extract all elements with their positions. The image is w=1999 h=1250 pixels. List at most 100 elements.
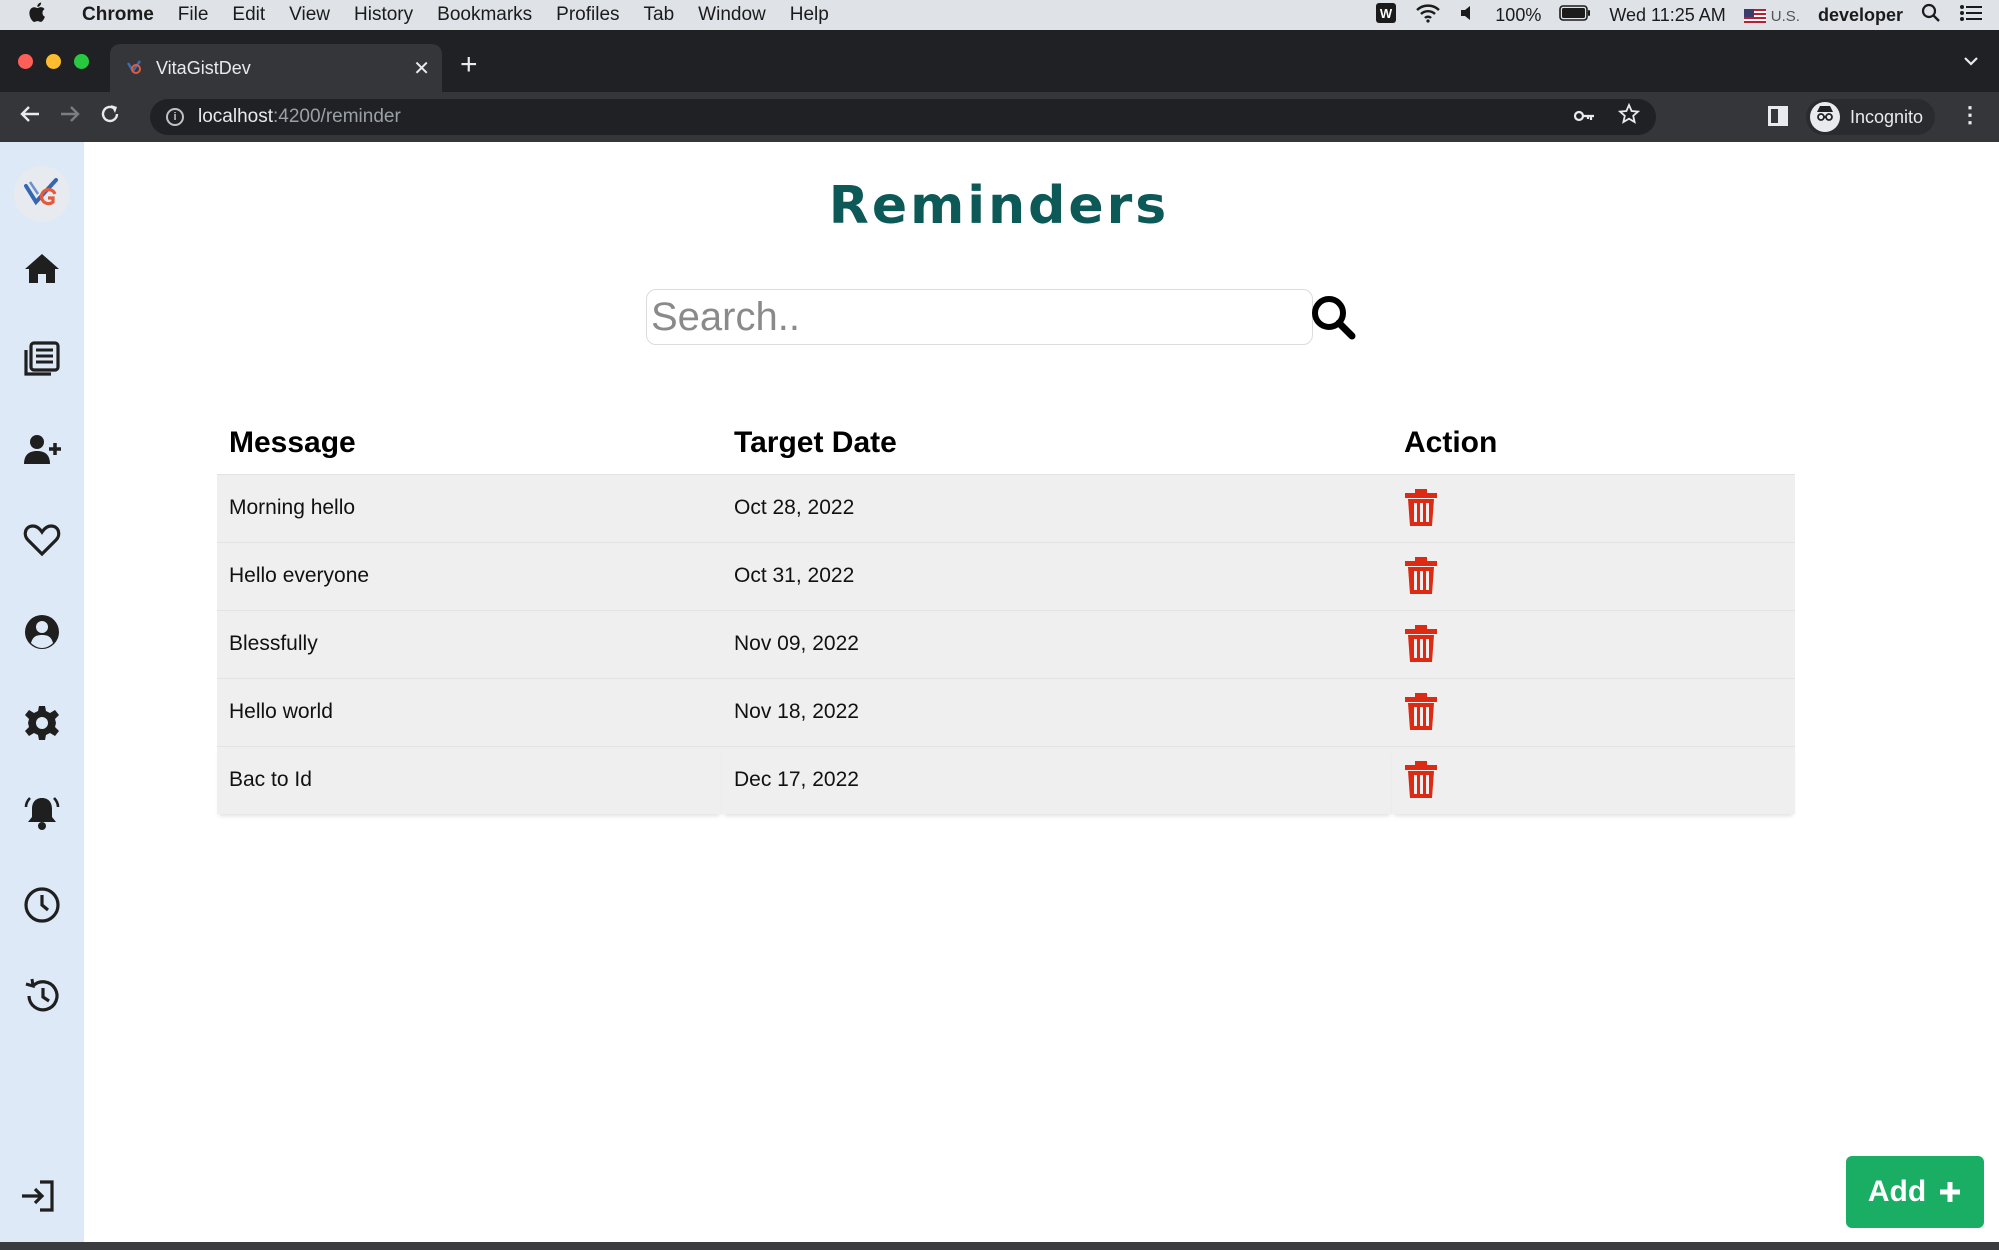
sidebar-item-profile[interactable] (20, 610, 64, 654)
news-icon (24, 341, 60, 376)
url-path: :4200/reminder (273, 106, 401, 127)
browser-menu-kebab-icon[interactable]: ⋮ (1959, 102, 1981, 128)
bell-icon (24, 797, 60, 830)
sidebar-item-add-user[interactable] (20, 428, 64, 472)
incognito-profile-button[interactable]: Incognito (1806, 99, 1936, 135)
new-tab-plus-icon[interactable]: + (460, 50, 478, 80)
site-info-icon[interactable]: i (166, 108, 184, 126)
table-header-row: Message Target Date Action (217, 412, 1795, 474)
trash-icon (1405, 625, 1437, 662)
menu-history[interactable]: History (354, 4, 413, 26)
delete-reminder-button[interactable] (1404, 488, 1438, 528)
trash-icon (1405, 557, 1437, 594)
home-icon (25, 254, 59, 283)
menu-app-name[interactable]: Chrome (82, 4, 154, 26)
reminder-message: Morning hello (217, 473, 722, 542)
sidebar-item-favorites[interactable] (20, 518, 64, 562)
menu-help[interactable]: Help (790, 4, 829, 26)
incognito-label: Incognito (1850, 106, 1924, 127)
forward-arrow-icon[interactable] (50, 103, 90, 131)
delete-reminder-button[interactable] (1404, 556, 1438, 596)
window-minimize-button[interactable] (46, 54, 61, 69)
reminders-table: Message Target Date Action Morning hello… (217, 412, 1795, 814)
reload-icon[interactable] (90, 103, 130, 132)
side-panel-icon[interactable] (1768, 106, 1788, 126)
control-center-icon[interactable] (1959, 4, 1983, 27)
header-target-date: Target Date (734, 425, 897, 459)
tab-favicon-icon (124, 58, 144, 78)
search-icon (1312, 296, 1356, 340)
delete-reminder-button[interactable] (1404, 624, 1438, 664)
menu-view[interactable]: View (289, 4, 330, 26)
delete-reminder-button[interactable] (1404, 692, 1438, 732)
tab-close-icon[interactable]: ✕ (413, 56, 430, 81)
address-bar-actions (1573, 99, 1641, 135)
browser-tab-active[interactable]: VitaGistDev ✕ (110, 44, 442, 92)
clock-icon (24, 887, 60, 923)
input-source[interactable]: U.S. (1743, 5, 1800, 26)
reminder-date: Nov 18, 2022 (722, 677, 1392, 746)
sidebar-item-logout[interactable] (16, 1174, 60, 1218)
tab-search-chevron-icon[interactable] (1963, 50, 1979, 71)
menu-window[interactable]: Window (698, 4, 766, 26)
search-input[interactable] (646, 289, 1313, 345)
page-viewport: Reminders Message Target Date Action Mor… (0, 142, 1999, 1242)
battery-icon[interactable] (1559, 4, 1591, 26)
plus-icon (1940, 1182, 1961, 1202)
user-circle-icon (25, 615, 59, 649)
address-bar[interactable]: i localhost:4200/reminder (150, 99, 1656, 135)
gear-icon (25, 706, 59, 740)
wifi-icon[interactable] (1415, 3, 1441, 28)
header-message: Message (229, 425, 356, 459)
delete-reminder-button[interactable] (1404, 760, 1438, 800)
sidebar-item-schedule[interactable] (20, 883, 64, 927)
vitagist-logo[interactable] (14, 166, 70, 222)
menu-file[interactable]: File (178, 4, 209, 26)
sidebar-item-home[interactable] (20, 246, 64, 290)
search-button[interactable] (1308, 292, 1360, 344)
volume-icon[interactable] (1459, 4, 1477, 27)
heart-icon (23, 524, 61, 557)
sidebar-item-news[interactable] (20, 337, 64, 381)
battery-percent: 100% (1495, 4, 1542, 25)
clock-text[interactable]: Wed 11:25 AM (1609, 5, 1725, 26)
app-sidebar (0, 142, 84, 1242)
window-zoom-button[interactable] (74, 54, 89, 69)
menubar-user[interactable]: developer (1818, 5, 1903, 26)
browser-tab-strip: VitaGistDev ✕ + (0, 30, 1999, 92)
main-content: Reminders Message Target Date Action Mor… (84, 142, 1999, 1242)
sidebar-item-reminders[interactable] (20, 791, 64, 835)
page-title: Reminders (828, 176, 1170, 236)
add-button-label: Add (1867, 1175, 1927, 1208)
trash-icon (1405, 489, 1437, 526)
search-bar (646, 289, 1313, 345)
sidebar-item-settings[interactable] (20, 701, 64, 745)
password-key-icon[interactable] (1573, 106, 1596, 129)
apple-icon[interactable] (18, 1, 58, 29)
us-flag-icon (1743, 8, 1766, 23)
input-source-label: U.S. (1770, 7, 1800, 25)
bookmark-star-icon[interactable] (1617, 102, 1641, 131)
reminder-date: Oct 28, 2022 (722, 473, 1392, 542)
trash-icon (1405, 761, 1437, 799)
table-row: Blessfully Nov 09, 2022 (217, 609, 1795, 678)
reminder-message: Hello world (217, 677, 722, 746)
logout-icon (22, 1180, 54, 1212)
history-icon (25, 978, 59, 1012)
spotlight-search-icon[interactable] (1921, 3, 1941, 28)
sidebar-item-history[interactable] (20, 974, 64, 1018)
reminder-date: Oct 31, 2022 (722, 541, 1392, 610)
wordpress-icon[interactable]: W (1375, 2, 1397, 29)
menu-bookmarks[interactable]: Bookmarks (437, 4, 532, 26)
menu-edit[interactable]: Edit (232, 4, 265, 26)
browser-toolbar: i localhost:4200/reminder Incognito ⋮ (0, 92, 1999, 142)
window-close-button[interactable] (18, 54, 33, 69)
back-arrow-icon[interactable] (10, 103, 50, 131)
reminder-date: Dec 17, 2022 (722, 745, 1392, 814)
menu-tab[interactable]: Tab (644, 4, 675, 26)
menu-profiles[interactable]: Profiles (556, 4, 619, 26)
menubar-status-area: W 100% Wed 11:25 AM U.S. developer (1375, 0, 1983, 30)
incognito-icon (1810, 102, 1840, 132)
reminder-message: Bac to Id (217, 745, 722, 814)
add-reminder-button[interactable]: Add (1846, 1156, 1984, 1228)
